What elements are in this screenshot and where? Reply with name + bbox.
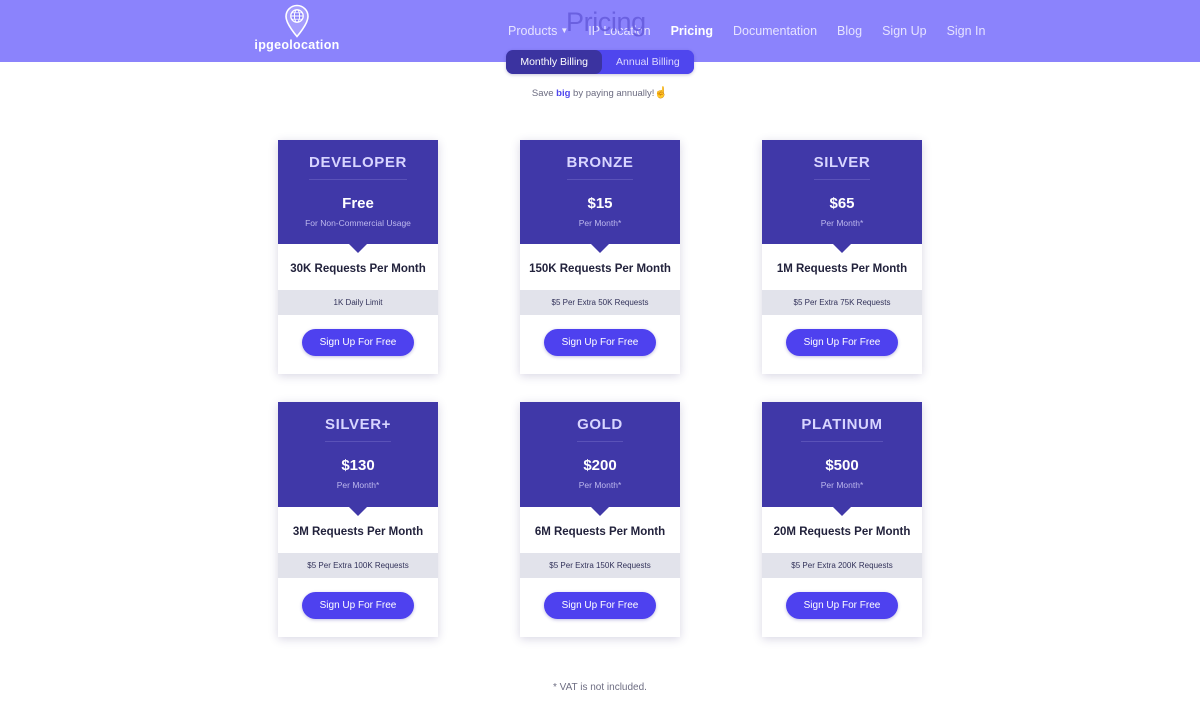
plan-price: $200 xyxy=(583,456,617,474)
card-cta-wrap: Sign Up For Free xyxy=(762,315,922,374)
billing-savings-note: Save big by paying annually!☝ xyxy=(0,86,1200,99)
plan-extra-limit: $5 Per Extra 75K Requests xyxy=(762,290,922,316)
plan-name: DEVELOPER xyxy=(309,154,407,180)
plan-price: $15 xyxy=(587,194,613,212)
billing-note-emphasis: big xyxy=(556,88,571,99)
pricing-row-1: DEVELOPER Free For Non-Commercial Usage … xyxy=(0,140,1200,375)
sign-up-button[interactable]: Sign Up For Free xyxy=(785,329,899,357)
plan-period: Per Month* xyxy=(578,480,622,491)
plan-price: $130 xyxy=(341,456,375,474)
card-cta-wrap: Sign Up For Free xyxy=(278,578,438,637)
plan-extra-limit: $5 Per Extra 200K Requests xyxy=(762,552,922,578)
card-header: BRONZE $15 Per Month* xyxy=(520,140,680,245)
sign-up-button[interactable]: Sign Up For Free xyxy=(301,329,415,357)
plan-period: For Non-Commercial Usage xyxy=(305,218,411,228)
sign-up-button[interactable]: Sign Up For Free xyxy=(543,591,657,619)
pointing-up-hand-icon: ☝ xyxy=(654,87,669,99)
plan-period: Per Month* xyxy=(578,218,622,228)
plan-extra-limit: $5 Per Extra 100K Requests xyxy=(278,552,438,578)
annual-billing-button[interactable]: Annual Billing xyxy=(602,50,694,74)
monthly-billing-button[interactable]: Monthly Billing xyxy=(506,50,603,74)
billing-toggle: Monthly Billing Annual Billing xyxy=(506,50,694,74)
card-header: SILVER+ $130 Per Month* xyxy=(278,402,438,507)
plan-price: $500 xyxy=(825,456,859,474)
pricing-card-platinum: PLATINUM $500 Per Month* 20M Requests Pe… xyxy=(762,402,922,637)
plan-price: Free xyxy=(342,194,374,212)
card-cta-wrap: Sign Up For Free xyxy=(278,315,438,374)
plan-name: BRONZE xyxy=(566,154,634,180)
billing-note-suffix: by paying annually! xyxy=(570,88,655,99)
card-cta-wrap: Sign Up For Free xyxy=(520,315,680,374)
pricing-card-silver-plus: SILVER+ $130 Per Month* 3M Requests Per … xyxy=(278,402,438,637)
sign-up-button[interactable]: Sign Up For Free xyxy=(301,591,415,619)
card-cta-wrap: Sign Up For Free xyxy=(762,578,922,637)
plan-extra-limit: 1K Daily Limit xyxy=(278,290,438,316)
plan-extra-limit: $5 Per Extra 50K Requests xyxy=(520,290,680,316)
plan-extra-limit: $5 Per Extra 150K Requests xyxy=(520,552,680,578)
vat-disclaimer: * VAT is not included. xyxy=(553,682,647,693)
billing-toggle-section: Monthly Billing Annual Billing Save big … xyxy=(0,50,1200,99)
plan-period: Per Month* xyxy=(820,218,864,228)
pricing-card-gold: GOLD $200 Per Month* 6M Requests Per Mon… xyxy=(520,402,680,637)
pricing-grid: DEVELOPER Free For Non-Commercial Usage … xyxy=(0,140,1200,637)
plan-name: SILVER xyxy=(813,154,871,180)
plan-name: GOLD xyxy=(577,417,623,442)
map-pin-globe-icon xyxy=(283,4,311,38)
billing-note-prefix: Save xyxy=(531,88,557,99)
plan-price: $65 xyxy=(829,194,855,212)
card-header: SILVER $65 Per Month* xyxy=(762,140,922,245)
card-header: GOLD $200 Per Month* xyxy=(520,402,680,507)
plan-name: SILVER+ xyxy=(324,417,392,442)
sign-up-button[interactable]: Sign Up For Free xyxy=(543,329,657,357)
pricing-card-silver: SILVER $65 Per Month* 1M Requests Per Mo… xyxy=(762,140,922,375)
nav-label-products: Products xyxy=(508,23,558,38)
card-cta-wrap: Sign Up For Free xyxy=(520,578,680,637)
plan-period: Per Month* xyxy=(820,480,864,491)
sign-up-button[interactable]: Sign Up For Free xyxy=(785,591,899,619)
plan-period: Per Month* xyxy=(336,480,380,491)
pricing-card-bronze: BRONZE $15 Per Month* 150K Requests Per … xyxy=(520,140,680,375)
card-header: PLATINUM $500 Per Month* xyxy=(762,402,922,507)
pricing-row-2: SILVER+ $130 Per Month* 3M Requests Per … xyxy=(0,402,1200,637)
pricing-card-developer: DEVELOPER Free For Non-Commercial Usage … xyxy=(278,140,438,375)
plan-name: PLATINUM xyxy=(801,417,883,442)
card-header: DEVELOPER Free For Non-Commercial Usage xyxy=(278,140,438,245)
